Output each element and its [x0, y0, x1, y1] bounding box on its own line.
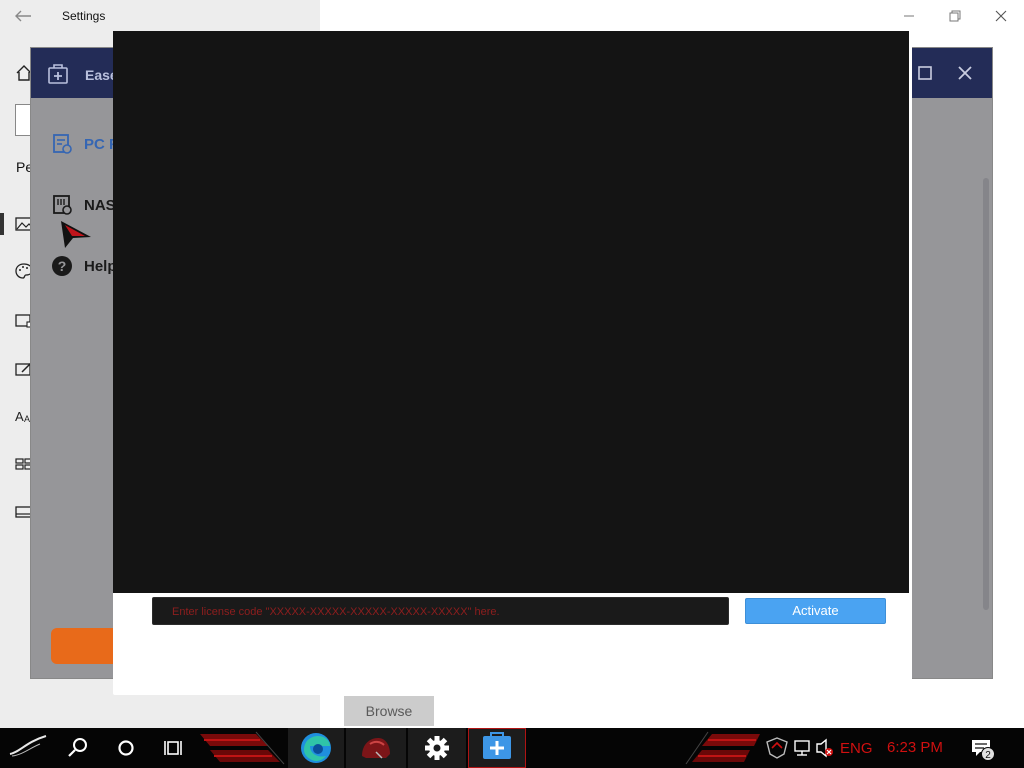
settings-titlebar: Settings — [0, 0, 1024, 32]
easeus-logo-icon — [47, 63, 69, 85]
pc-backup-icon — [51, 133, 73, 155]
activate-button[interactable]: Activate — [745, 598, 886, 624]
close-button[interactable] — [989, 5, 1013, 27]
app-close-button[interactable] — [957, 65, 973, 81]
license-code-placeholder: Enter license code "XXXXX-XXXXX-XXXXX-XX… — [172, 606, 500, 618]
nav-item-label: Help — [84, 258, 117, 275]
rog-shield-icon[interactable] — [764, 728, 790, 768]
minimize-button[interactable] — [897, 5, 921, 27]
back-arrow-icon[interactable] — [12, 7, 34, 25]
help-icon: ? — [51, 255, 73, 277]
scrollbar[interactable] — [983, 178, 989, 610]
nav-item-label: NAS — [84, 197, 116, 214]
easeus-icon[interactable] — [468, 728, 526, 768]
taskbar: ENG 6:23 PM 2 — [0, 728, 1024, 768]
restore-button[interactable] — [943, 5, 967, 27]
activation-dialog: Enter license code "XXXXX-XXXXX-XXXXX-XX… — [113, 31, 912, 695]
svg-text:?: ? — [58, 258, 67, 274]
settings-gear-icon[interactable] — [408, 728, 466, 768]
settings-window-title: Settings — [62, 9, 106, 23]
svg-text:A: A — [15, 409, 24, 424]
task-view-icon[interactable] — [160, 728, 188, 768]
nas-icon — [51, 194, 73, 216]
license-code-input[interactable]: Enter license code "XXXXX-XXXXX-XXXXX-XX… — [152, 597, 729, 625]
search-icon[interactable] — [64, 728, 92, 768]
orange-action-button[interactable] — [51, 628, 121, 664]
dialog-content-area — [113, 31, 909, 593]
start-icon[interactable] — [6, 728, 50, 768]
cortana-icon[interactable] — [112, 728, 140, 768]
network-icon[interactable] — [792, 728, 812, 768]
clock[interactable]: 6:23 PM — [887, 739, 943, 756]
notifications-icon[interactable]: 2 — [968, 728, 998, 768]
maximize-button[interactable] — [917, 65, 933, 81]
mouse-cursor-icon — [59, 219, 93, 249]
taskbar-decoration — [196, 728, 286, 768]
language-indicator[interactable]: ENG — [840, 740, 873, 757]
taskbar-decoration — [684, 728, 764, 768]
notification-count: 2 — [985, 750, 991, 761]
edge-icon[interactable] — [288, 728, 344, 768]
active-item-indicator — [0, 213, 4, 235]
browse-button[interactable]: Browse — [344, 696, 434, 726]
game-app-icon[interactable] — [346, 728, 406, 768]
volume-muted-icon[interactable] — [814, 728, 836, 768]
